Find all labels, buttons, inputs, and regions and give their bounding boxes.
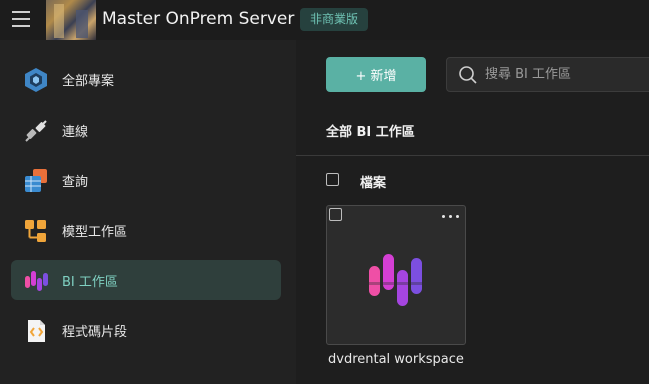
connection-plug-icon bbox=[25, 120, 47, 142]
sidebar-item-label: BI 工作區 bbox=[62, 275, 118, 290]
sidebar-item-label: 程式碼片段 bbox=[62, 325, 128, 340]
code-snippet-icon bbox=[28, 320, 45, 342]
main-content: + 新增 全部 BI 工作區 檔案 dvdrental workspace bbox=[296, 40, 649, 384]
search-input[interactable] bbox=[485, 58, 645, 91]
server-logo-image bbox=[46, 0, 96, 40]
bi-workspace-icon bbox=[369, 254, 422, 306]
top-bar: Master OnPrem Server 非商業版 bbox=[0, 0, 649, 40]
sidebar-item-all-projects[interactable]: 全部專案 bbox=[11, 59, 281, 99]
bi-workspace-icon bbox=[25, 271, 48, 291]
app-title: Master OnPrem Server bbox=[102, 9, 295, 29]
card-select-checkbox[interactable] bbox=[329, 208, 342, 221]
workspace-card-title[interactable]: dvdrental workspace bbox=[328, 352, 464, 367]
sidebar: 全部專案 連線 查詢 模型工作區 BI 工作區 程式碼片段 bbox=[0, 40, 296, 384]
hamburger-menu-icon[interactable] bbox=[12, 11, 30, 27]
search-box[interactable] bbox=[446, 57, 649, 92]
sidebar-item-connections[interactable]: 連線 bbox=[11, 110, 281, 150]
workspace-card[interactable] bbox=[326, 205, 466, 345]
files-column-header: 檔案 bbox=[360, 176, 387, 191]
sidebar-item-label: 連線 bbox=[62, 125, 89, 140]
divider bbox=[296, 155, 649, 156]
sidebar-item-bi-workspace[interactable]: BI 工作區 bbox=[11, 260, 281, 300]
sidebar-item-label: 全部專案 bbox=[62, 74, 115, 89]
sidebar-item-label: 查詢 bbox=[62, 175, 89, 190]
select-all-checkbox[interactable] bbox=[326, 173, 339, 186]
sidebar-item-code-snippets[interactable]: 程式碼片段 bbox=[11, 310, 281, 350]
projects-hexagon-icon bbox=[25, 68, 47, 92]
sidebar-item-queries[interactable]: 查詢 bbox=[11, 160, 281, 200]
new-button[interactable]: + 新增 bbox=[326, 57, 426, 92]
license-badge: 非商業版 bbox=[300, 8, 369, 31]
query-table-icon bbox=[25, 169, 47, 192]
sidebar-item-model-workspace[interactable]: 模型工作區 bbox=[11, 210, 281, 250]
page-title: 全部 BI 工作區 bbox=[326, 125, 415, 140]
more-options-icon[interactable] bbox=[441, 212, 461, 222]
sidebar-item-label: 模型工作區 bbox=[62, 225, 128, 240]
search-icon bbox=[459, 66, 477, 84]
model-workspace-icon bbox=[25, 220, 46, 242]
